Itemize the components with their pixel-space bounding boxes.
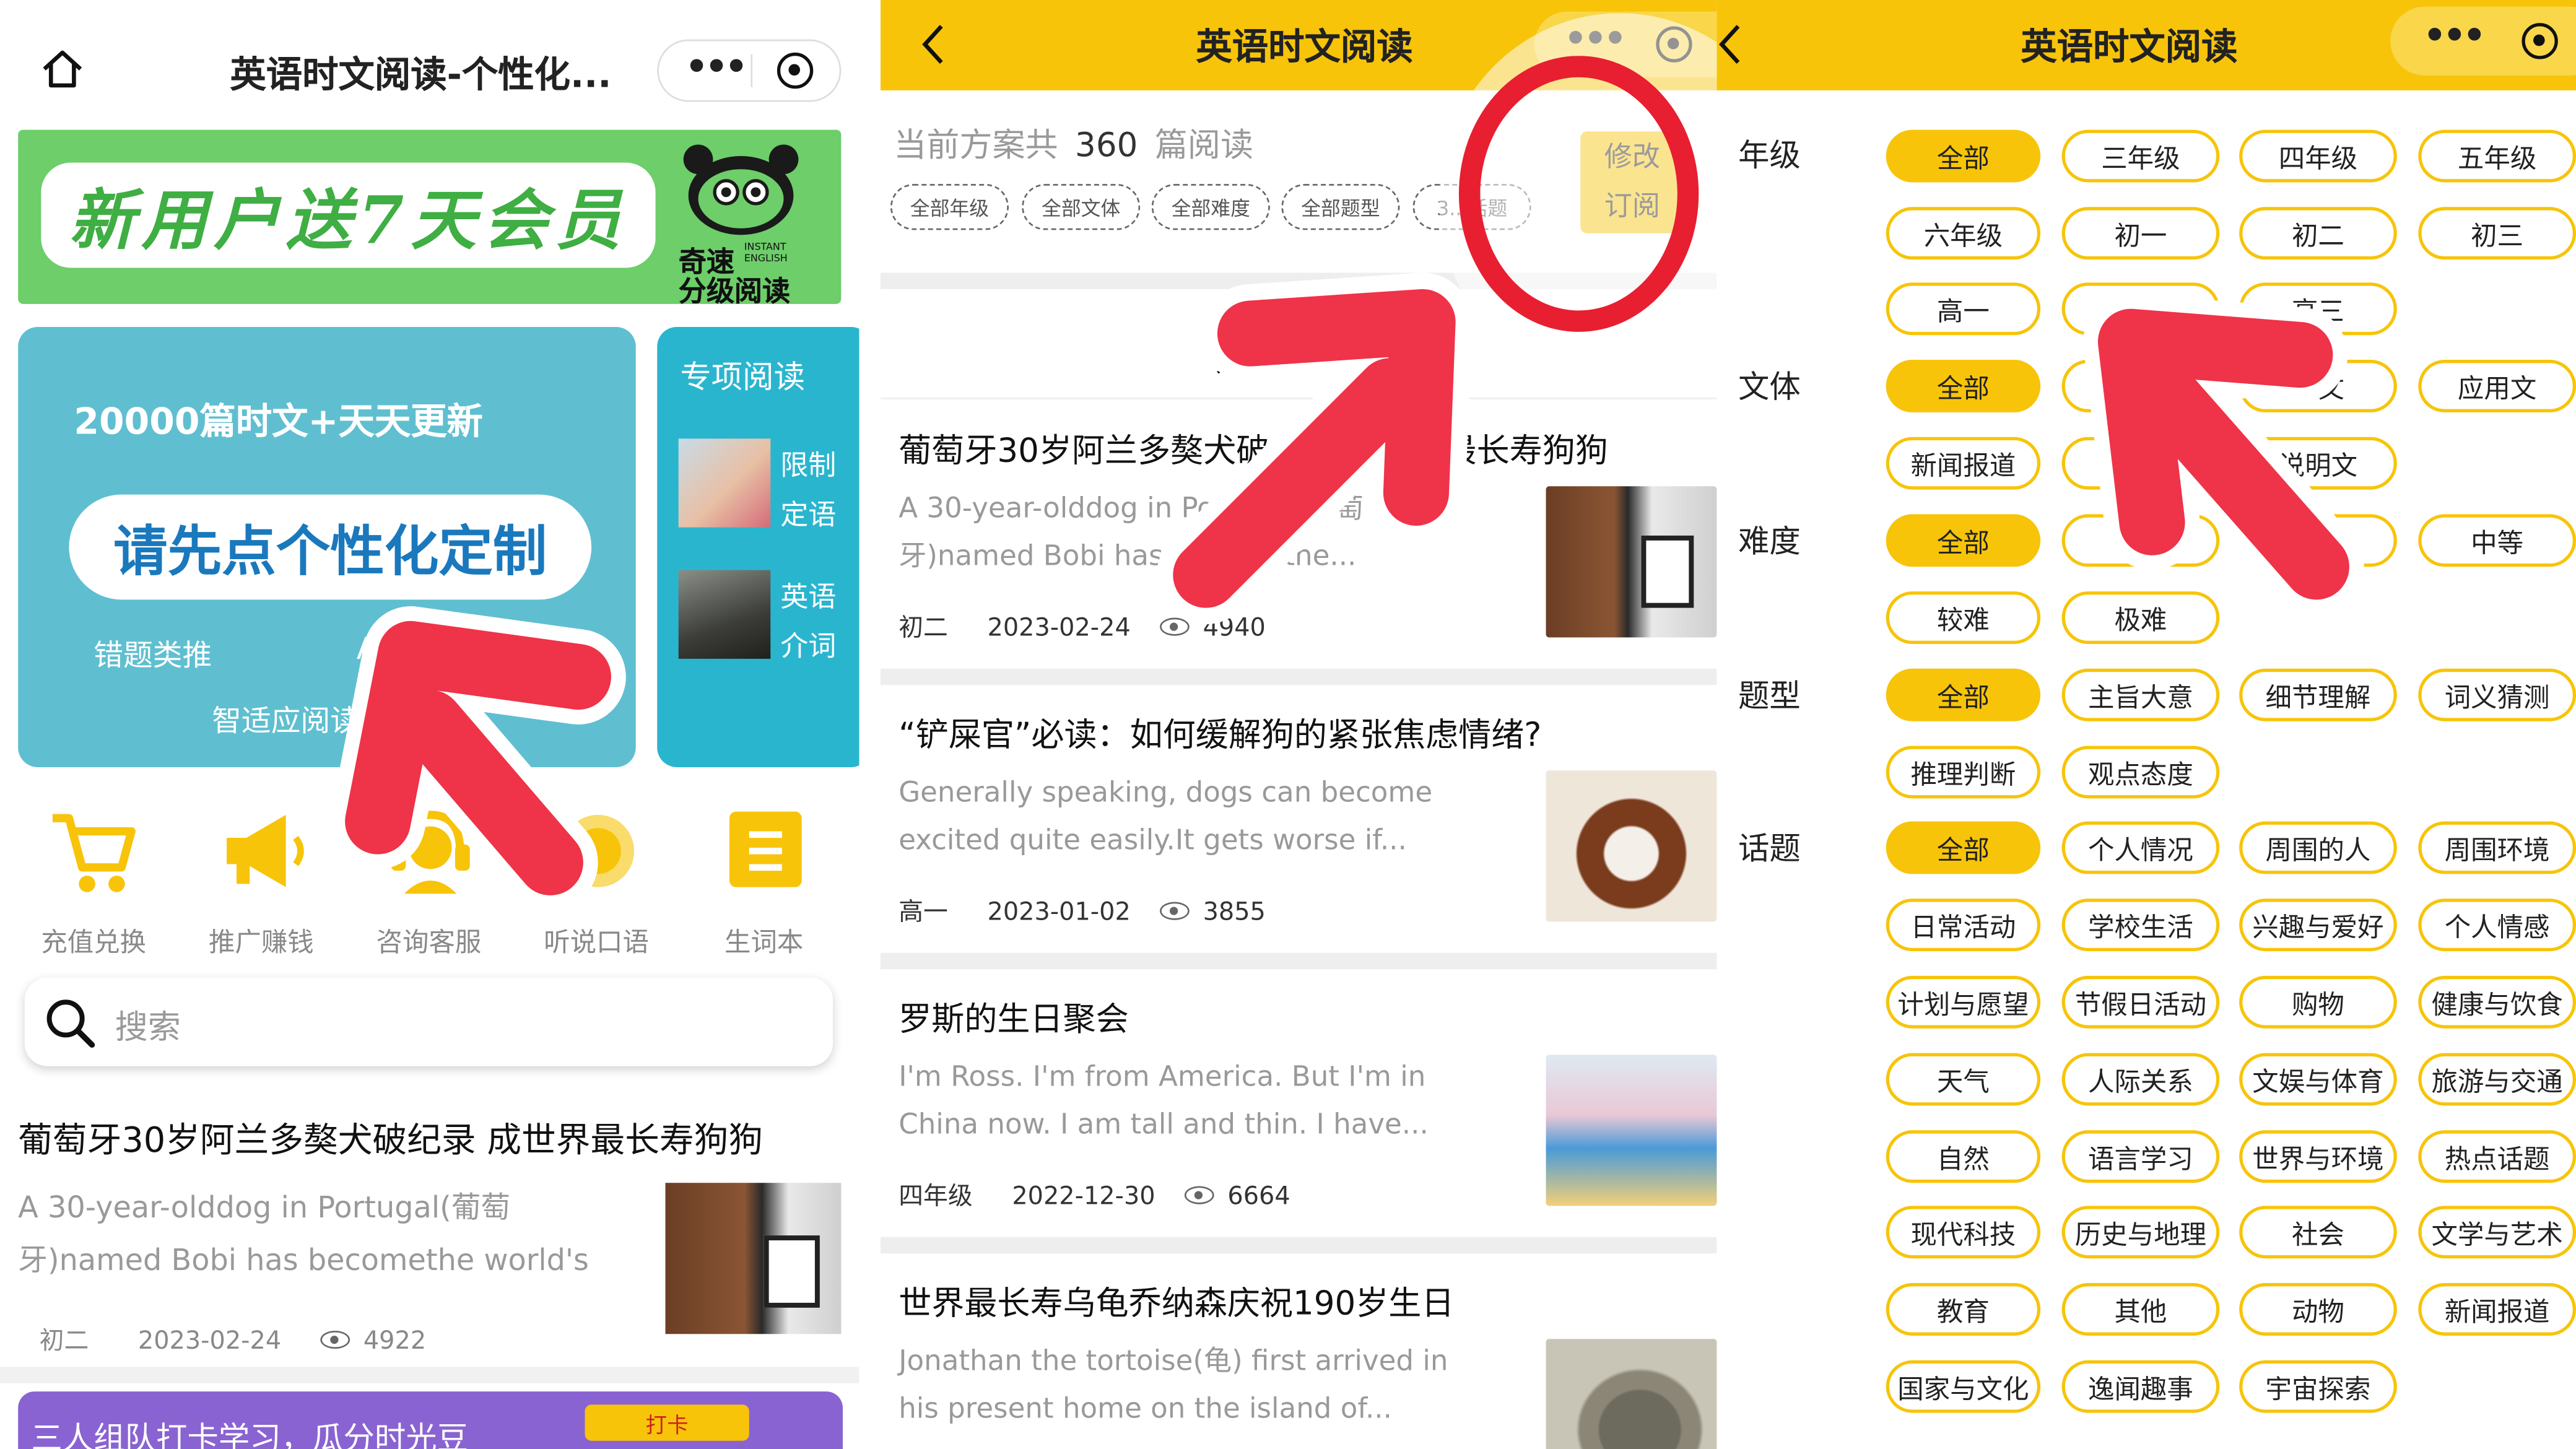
subscription-settings-screen: 英语时文阅读 ••• 年级 文体 难度 题型 话题 全部 三年级 四年级 五年级… [1717, 0, 2576, 1449]
annotation-arrow [330, 606, 626, 910]
annotation-arrow [2083, 294, 2364, 615]
annotation-arrow [1156, 272, 1473, 625]
reading-list-screen: 英语时文阅读 ••• 当前方案共 360 篇阅读 全部年级 全部文体 全部难度 … [881, 0, 1717, 1449]
home-screen: 英语时文阅读-个性化... ••• 新用户送7天会员 奇速 INSTANT EN… [0, 0, 859, 1449]
